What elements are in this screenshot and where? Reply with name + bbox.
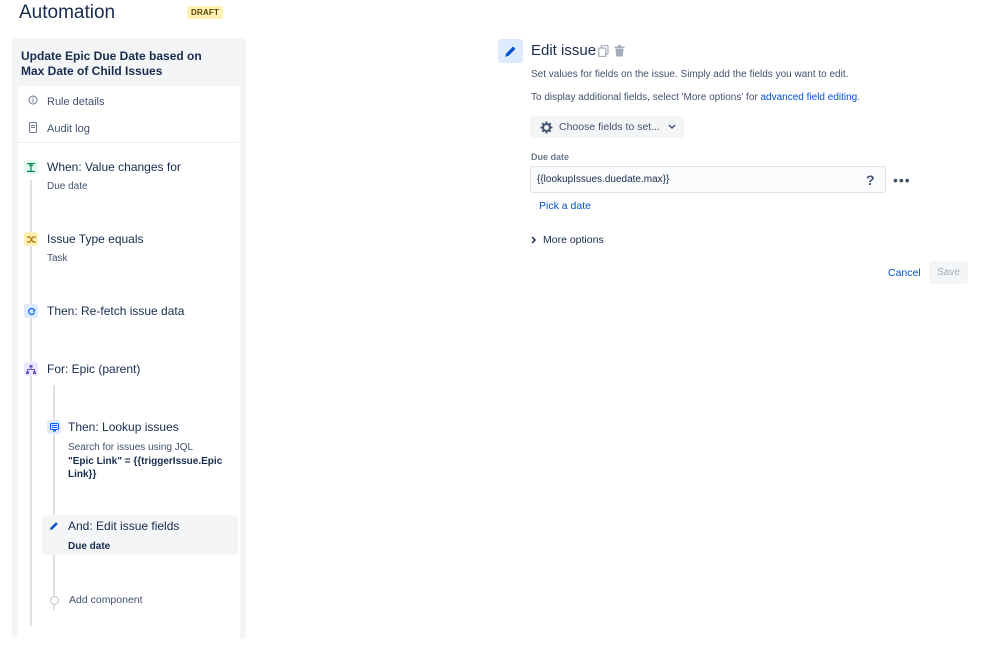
- branch-connector: [53, 385, 55, 610]
- gear-icon: [540, 121, 553, 134]
- trigger-sub: Due date: [47, 181, 88, 192]
- editor-hint-text: To display additional fields, select 'Mo…: [531, 92, 761, 103]
- choose-fields-dropdown[interactable]: Choose fields to set...: [530, 116, 684, 138]
- rule-details-label: Rule details: [47, 95, 105, 108]
- lookup-jql: "Epic Link" = {{triggerIssue.Epic Link}}: [68, 456, 223, 480]
- editor-description: Set values for fields on the issue. Simp…: [531, 69, 849, 80]
- more-options-toggle[interactable]: More options: [531, 234, 604, 246]
- editor-title: Edit issue: [531, 42, 597, 59]
- add-component[interactable]: Add component: [50, 594, 143, 607]
- refetch-title: Then: Re-fetch issue data: [47, 304, 185, 318]
- pick-a-date-link[interactable]: Pick a date: [539, 200, 591, 212]
- due-date-input[interactable]: {{lookupIssues.duedate.max}}: [530, 166, 886, 193]
- more-options-label: More options: [543, 234, 604, 246]
- rule-details-link[interactable]: Rule details: [28, 95, 104, 108]
- advanced-field-editing-link[interactable]: advanced field editing: [761, 92, 858, 103]
- copy-icon[interactable]: [598, 44, 609, 62]
- chevron-down-icon: [668, 124, 676, 130]
- divider: [18, 142, 238, 143]
- edit-title: And: Edit issue fields: [68, 519, 180, 533]
- lookup-description: Search for issues using JQL: [68, 442, 194, 453]
- audit-log-link[interactable]: Audit log: [28, 120, 90, 138]
- add-dot-icon: [50, 596, 59, 605]
- flow-connector: [30, 180, 32, 626]
- save-button[interactable]: Save: [929, 261, 968, 284]
- draft-badge: DRAFT: [187, 6, 224, 19]
- chevron-right-icon: [531, 236, 537, 244]
- audit-log-label: Audit log: [47, 123, 90, 135]
- info-icon: [28, 95, 38, 108]
- trigger-icon: [24, 160, 38, 174]
- condition-icon: [24, 232, 38, 246]
- choose-fields-label: Choose fields to set...: [559, 121, 660, 133]
- lookup-title: Then: Lookup issues: [68, 420, 179, 434]
- due-date-label: Due date: [531, 152, 570, 162]
- document-icon: [28, 120, 38, 138]
- edit-issue-icon: [498, 39, 523, 63]
- add-component-label: Add component: [69, 594, 143, 606]
- condition-title: Issue Type equals: [47, 232, 144, 246]
- page-title: Automation: [19, 2, 116, 23]
- refresh-icon: [24, 304, 38, 318]
- help-icon[interactable]: ?: [866, 172, 875, 188]
- branch-icon: [24, 362, 38, 376]
- branch-title: For: Epic (parent): [47, 362, 141, 376]
- editor-hint-suffix: .: [857, 92, 861, 103]
- lookup-icon: [47, 420, 61, 434]
- pencil-icon: [47, 519, 61, 533]
- cancel-button[interactable]: Cancel: [888, 267, 921, 279]
- edit-sub: Due date: [68, 541, 111, 552]
- trigger-title: When: Value changes for: [47, 160, 181, 174]
- rule-name[interactable]: Update Epic Due Date based on Max Date o…: [21, 49, 226, 79]
- editor-hint: To display additional fields, select 'Mo…: [531, 92, 860, 103]
- more-actions-icon[interactable]: •••: [893, 172, 911, 188]
- condition-sub: Task: [47, 253, 68, 264]
- trash-icon[interactable]: [614, 44, 625, 62]
